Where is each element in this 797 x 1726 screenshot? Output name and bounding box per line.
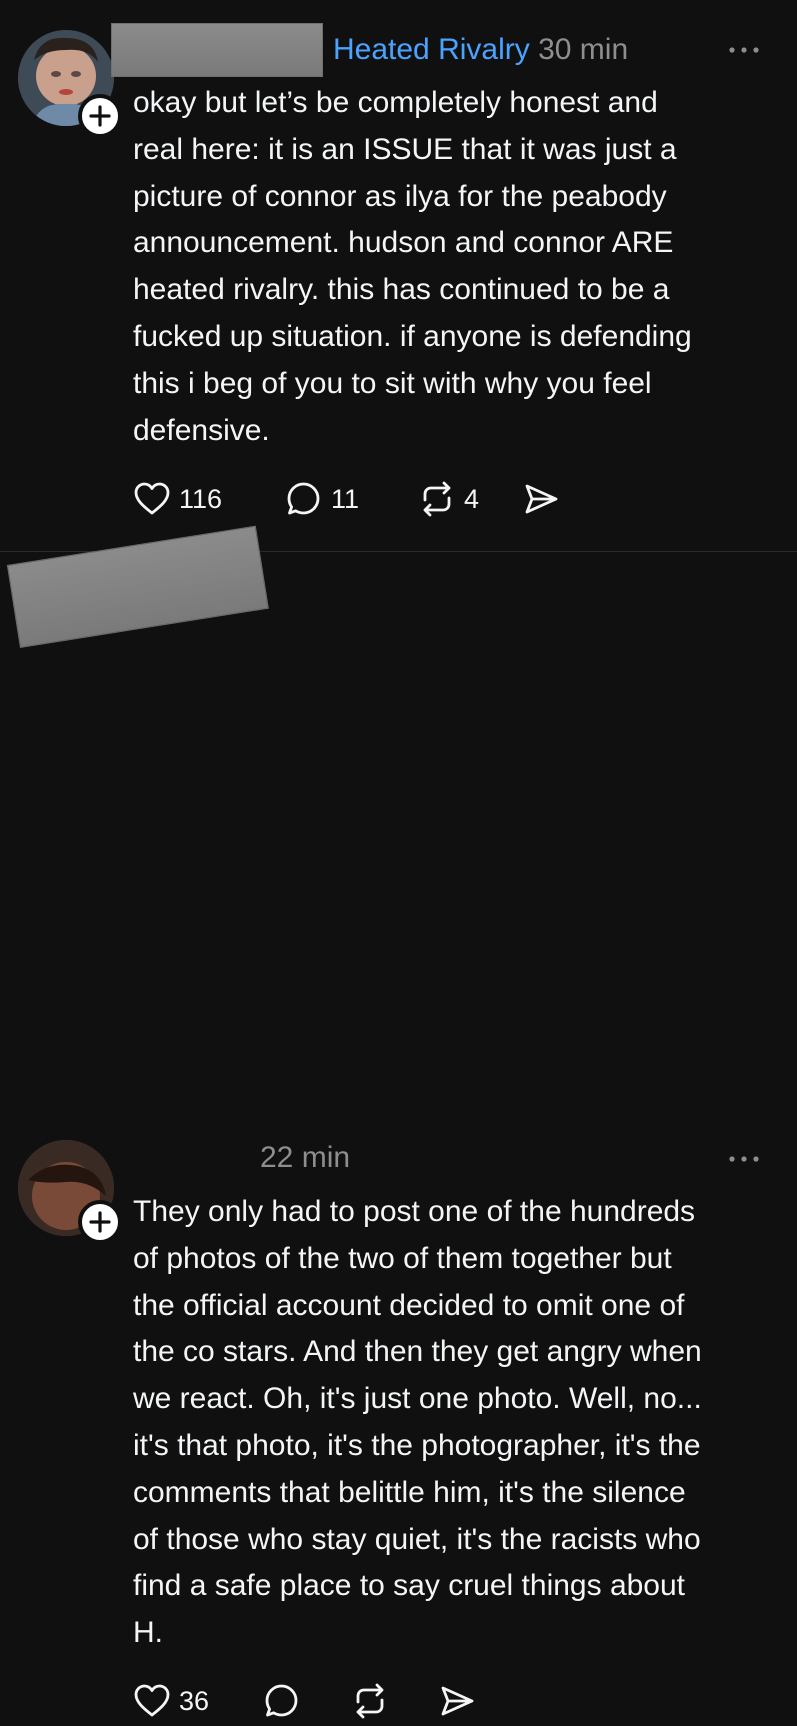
share-icon: [525, 484, 558, 514]
repost-icon: [356, 1683, 384, 1719]
share-icon: [441, 1686, 474, 1716]
like-button[interactable]: 116: [133, 481, 285, 517]
post-1: Heated Rivalry 30 min okay but let’s be …: [0, 0, 797, 552]
plus-icon: [89, 105, 111, 127]
post-2: 22 min They only had to post one of the …: [0, 525, 797, 1719]
like-button[interactable]: 36: [133, 1683, 263, 1719]
channel-name[interactable]: Heated Rivalry: [333, 33, 530, 66]
reply-count: 11: [331, 483, 360, 514]
reply-button[interactable]: 11: [285, 480, 418, 518]
action-bar: 116 11 4: [133, 474, 559, 524]
repost-icon: [423, 481, 451, 517]
like-count: 36: [179, 1685, 210, 1716]
repost-button[interactable]: 4: [418, 480, 523, 518]
heart-icon: [134, 482, 170, 515]
more-icon[interactable]: [724, 40, 764, 60]
share-button[interactable]: [523, 481, 559, 517]
post-time: 22 min: [260, 1141, 351, 1174]
follow-button[interactable]: [78, 94, 122, 138]
more-icon[interactable]: [724, 1149, 764, 1169]
action-bar: 36: [133, 1676, 475, 1726]
comment-icon: [287, 482, 320, 515]
post-time: 30 min: [538, 33, 629, 66]
plus-icon: [89, 1211, 111, 1233]
post-text: okay but let’s be completely honest and …: [133, 86, 692, 447]
post-header: Heated Rivalry 30 min: [333, 32, 628, 68]
reply-button[interactable]: [263, 1682, 351, 1720]
post-header: 22 min: [260, 1140, 350, 1176]
heart-icon: [134, 1684, 170, 1717]
share-button[interactable]: [439, 1683, 475, 1719]
repost-button[interactable]: [351, 1682, 439, 1720]
comment-icon: [265, 1684, 298, 1717]
post-text: They only had to post one of the hundred…: [133, 1195, 702, 1650]
redacted-username: [111, 23, 323, 77]
like-count: 116: [179, 483, 223, 514]
follow-button[interactable]: [78, 1200, 122, 1244]
repost-count: 4: [464, 483, 480, 514]
